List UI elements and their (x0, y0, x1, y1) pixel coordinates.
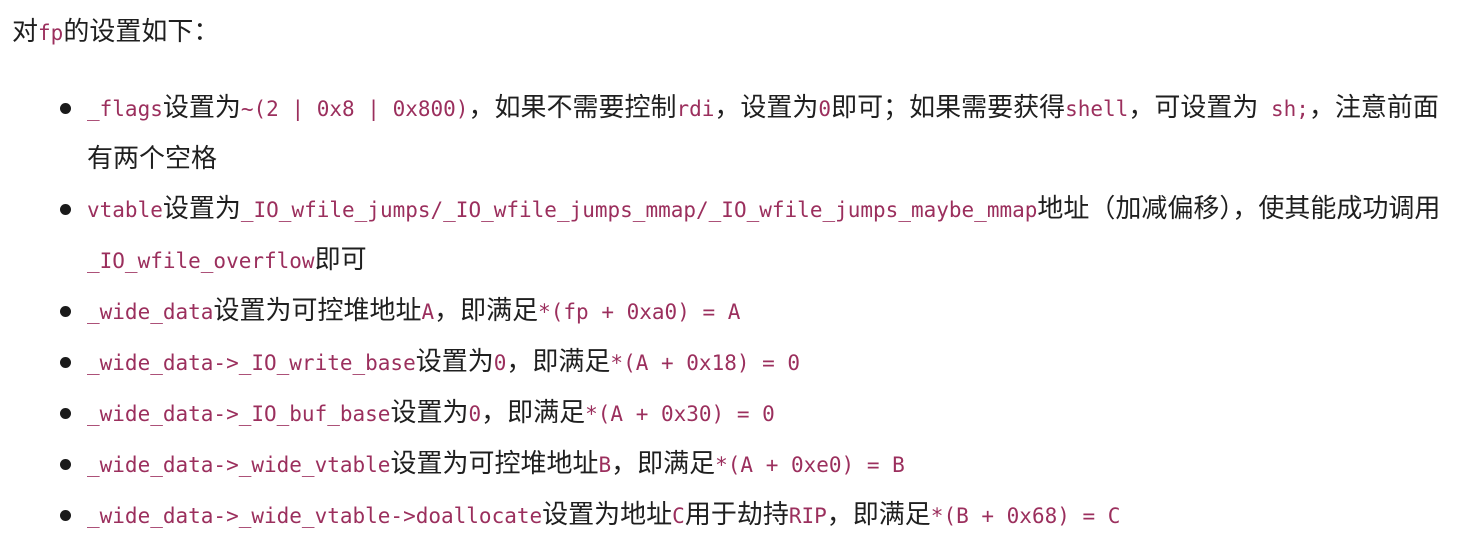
inline-code: *(fp + 0xa0) = A (538, 300, 741, 324)
list-item-wide-data: _wide_data设置为可控堆地址A，即满足*(fp + 0xa0) = A (60, 286, 1465, 337)
bullet-list: _flags设置为~(2 | 0x8 | 0x800)，如果不需要控制rdi，设… (12, 83, 1465, 541)
item-text: ，即满足 (826, 500, 931, 530)
item-text: 地址（加减偏移），使其能成功调用 (1037, 194, 1441, 224)
list-item-flags: _flags设置为~(2 | 0x8 | 0x800)，如果不需要控制rdi，设… (60, 83, 1465, 184)
inline-code: RIP (788, 504, 827, 528)
inline-code: rdi (676, 97, 715, 121)
inline-code: *(B + 0x68) = C (930, 504, 1121, 528)
item-text: ，可设置为 (1128, 93, 1259, 123)
inline-code: C (672, 504, 685, 528)
inline-code: *(A + 0xe0) = B (715, 453, 905, 477)
inline-code: 0 (468, 402, 482, 426)
list-item-wide-vtable: _wide_data->_wide_vtable设置为可控堆地址B，即满足*(A… (60, 439, 1465, 490)
item-text: ，如果不需要控制 (468, 93, 677, 123)
item-text: ，即满足 (506, 347, 611, 377)
item-text: 设置为 (390, 398, 469, 428)
inline-code: fp (38, 21, 64, 45)
item-text: ，即满足 (611, 449, 716, 479)
inline-code: _wide_data->_IO_write_base (87, 351, 416, 375)
inline-code: sh; (1258, 97, 1309, 121)
item-text: 设置为可控堆地址 (213, 296, 422, 326)
item-text: 设置为 (162, 194, 241, 224)
document: 对fp的设置如下： _flags设置为~(2 | 0x8 | 0x800)，如果… (0, 0, 1465, 538)
list-item-io-buf-base: _wide_data->_IO_buf_base设置为0，即满足*(A + 0x… (60, 388, 1465, 439)
inline-code: 0 (493, 351, 507, 375)
inline-code: _IO_wfile_jumps/_IO_wfile_jumps_mmap/_IO… (240, 198, 1038, 222)
list-item-io-write-base: _wide_data->_IO_write_base设置为0，即满足*(A + … (60, 337, 1465, 388)
intro-text: 的设置如下： (63, 17, 220, 47)
inline-code: _flags (87, 97, 163, 121)
item-text: ，即满足 (434, 296, 539, 326)
inline-code: 0 (818, 97, 832, 121)
inline-code: *(A + 0x30) = 0 (585, 402, 775, 426)
item-text: ，即满足 (481, 398, 586, 428)
list-item-vtable: vtable设置为_IO_wfile_jumps/_IO_wfile_jumps… (60, 184, 1465, 286)
inline-code: ~(2 | 0x8 | 0x800) (240, 97, 469, 121)
item-text: 即可 (314, 245, 367, 275)
item-text: 设置为 (415, 347, 494, 377)
inline-code: shell (1065, 97, 1129, 121)
list-item-doallocate: _wide_data->_wide_vtable->doallocate设置为地… (60, 490, 1465, 541)
inline-code: B (598, 453, 612, 477)
item-text: 用于劫持 (684, 500, 789, 530)
inline-code: _wide_data->_wide_vtable->doallocate (87, 504, 543, 528)
item-text: 设置为可控堆地址 (390, 449, 599, 479)
item-text: 设置为地址 (542, 500, 673, 530)
inline-code: _wide_data->_IO_buf_base (87, 402, 391, 426)
intro-text: 对 (12, 17, 39, 47)
item-text: 即可；如果需要获得 (831, 93, 1066, 123)
inline-code: vtable (87, 198, 163, 222)
intro-paragraph: 对fp的设置如下： (12, 12, 1465, 53)
inline-code: _wide_data (87, 300, 214, 324)
item-text: ，设置为 (714, 93, 819, 123)
inline-code: *(A + 0x18) = 0 (610, 351, 801, 375)
inline-code: _wide_data->_wide_vtable (87, 453, 391, 477)
item-text: 设置为 (162, 93, 241, 123)
inline-code: _IO_wfile_overflow (87, 249, 315, 273)
inline-code: A (421, 300, 435, 324)
